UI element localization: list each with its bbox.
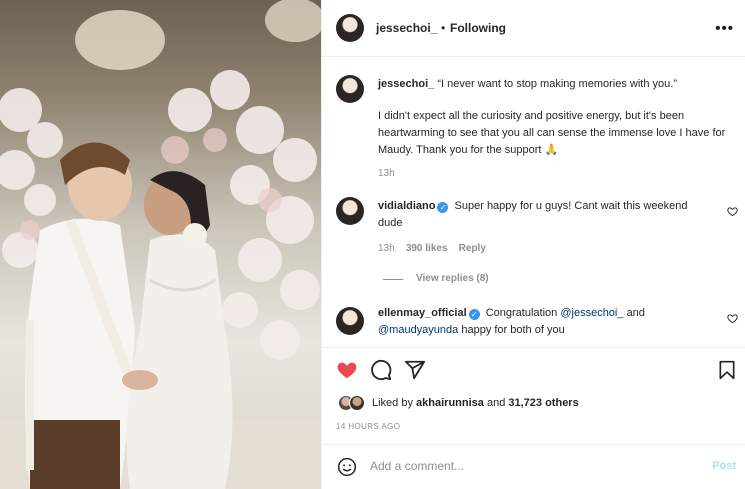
comment-1-likes[interactable]: 390 likes xyxy=(406,243,448,254)
comment-input[interactable] xyxy=(370,459,690,473)
wedding-photo-illustration xyxy=(0,0,321,489)
pray-emoji-icon: 🙏 xyxy=(544,144,559,156)
comment-1-text-block: vidialdiano ✓ Super happy for u guys! Can… xyxy=(378,198,713,232)
view-replies-button[interactable]: View replies (8) xyxy=(416,270,489,287)
author-username[interactable]: jessechoi_ xyxy=(376,21,437,35)
post-details-panel: jessechoi_ • Following ••• jessechoi_ “I… xyxy=(321,0,745,489)
caption-username[interactable]: jessechoi_ xyxy=(378,78,434,90)
heart-icon[interactable] xyxy=(336,359,358,381)
comment-icon[interactable] xyxy=(370,359,392,381)
comment-2-like-heart-icon[interactable] xyxy=(727,313,738,324)
verified-badge-icon: ✓ xyxy=(437,202,449,213)
author-avatar[interactable] xyxy=(336,14,364,42)
caption-headline: “I never want to stop making memories wi… xyxy=(437,78,677,90)
comments-section: jessechoi_ “I never want to stop making … xyxy=(322,58,745,346)
comment-1-meta: 13h 390 likes Reply xyxy=(378,240,486,257)
caption-body-block: I didn't expect all the curiosity and po… xyxy=(378,108,738,159)
mention-jessechoi[interactable]: @jessechoi_ xyxy=(560,307,623,319)
caption-avatar[interactable] xyxy=(336,75,364,103)
bookmark-icon[interactable] xyxy=(717,359,737,381)
comment-1-time: 13h xyxy=(378,243,395,254)
liked-by-others[interactable]: 31,723 others xyxy=(508,397,578,409)
comment-2-text-pre: Congratulation xyxy=(485,307,558,319)
following-button[interactable]: Following xyxy=(450,21,506,35)
comment-2-username[interactable]: ellenmay_official xyxy=(378,307,467,319)
separator-dot: • xyxy=(441,21,446,35)
post-actions: Liked by akhairunnisa and 31,723 others … xyxy=(322,347,745,443)
caption-time: 13h xyxy=(378,168,395,179)
post-timestamp[interactable]: 14 HOURS AGO xyxy=(336,422,400,431)
post-photo[interactable] xyxy=(0,0,321,489)
liker-avatar-2[interactable] xyxy=(349,395,365,411)
liked-by-prefix: Liked by xyxy=(372,397,413,409)
share-icon[interactable] xyxy=(404,359,426,381)
more-options-icon[interactable]: ••• xyxy=(715,20,734,37)
mention-maudyayunda[interactable]: @maudyayunda xyxy=(378,324,458,336)
comment-avatar-vidialdiano[interactable] xyxy=(336,197,364,225)
verified-badge-icon: ✓ xyxy=(468,309,480,320)
comment-avatar-ellenmay[interactable] xyxy=(336,307,364,335)
comment-1-username[interactable]: vidialdiano xyxy=(378,200,435,212)
liked-by-text: Liked by akhairunnisa and 31,723 others xyxy=(372,397,579,409)
comment-1-like-heart-icon[interactable] xyxy=(727,206,738,217)
comment-2-text-mid: and xyxy=(626,307,645,319)
comment-2-text-post: happy for both of you xyxy=(461,324,565,336)
emoji-icon[interactable] xyxy=(337,457,357,477)
liked-by-user[interactable]: akhairunnisa xyxy=(416,397,484,409)
post-header: jessechoi_ • Following ••• xyxy=(322,0,745,57)
caption-headline-line: jessechoi_ “I never want to stop making … xyxy=(378,76,733,93)
view-replies-line xyxy=(383,279,403,280)
add-comment-bar: Post xyxy=(322,444,745,489)
liked-by-conj: and xyxy=(486,397,506,409)
comment-2-text-block: ellenmay_official ✓ Congratulation @jesse… xyxy=(378,305,713,339)
comment-1-reply-button[interactable]: Reply xyxy=(459,243,486,254)
post-button[interactable]: Post xyxy=(712,460,736,472)
